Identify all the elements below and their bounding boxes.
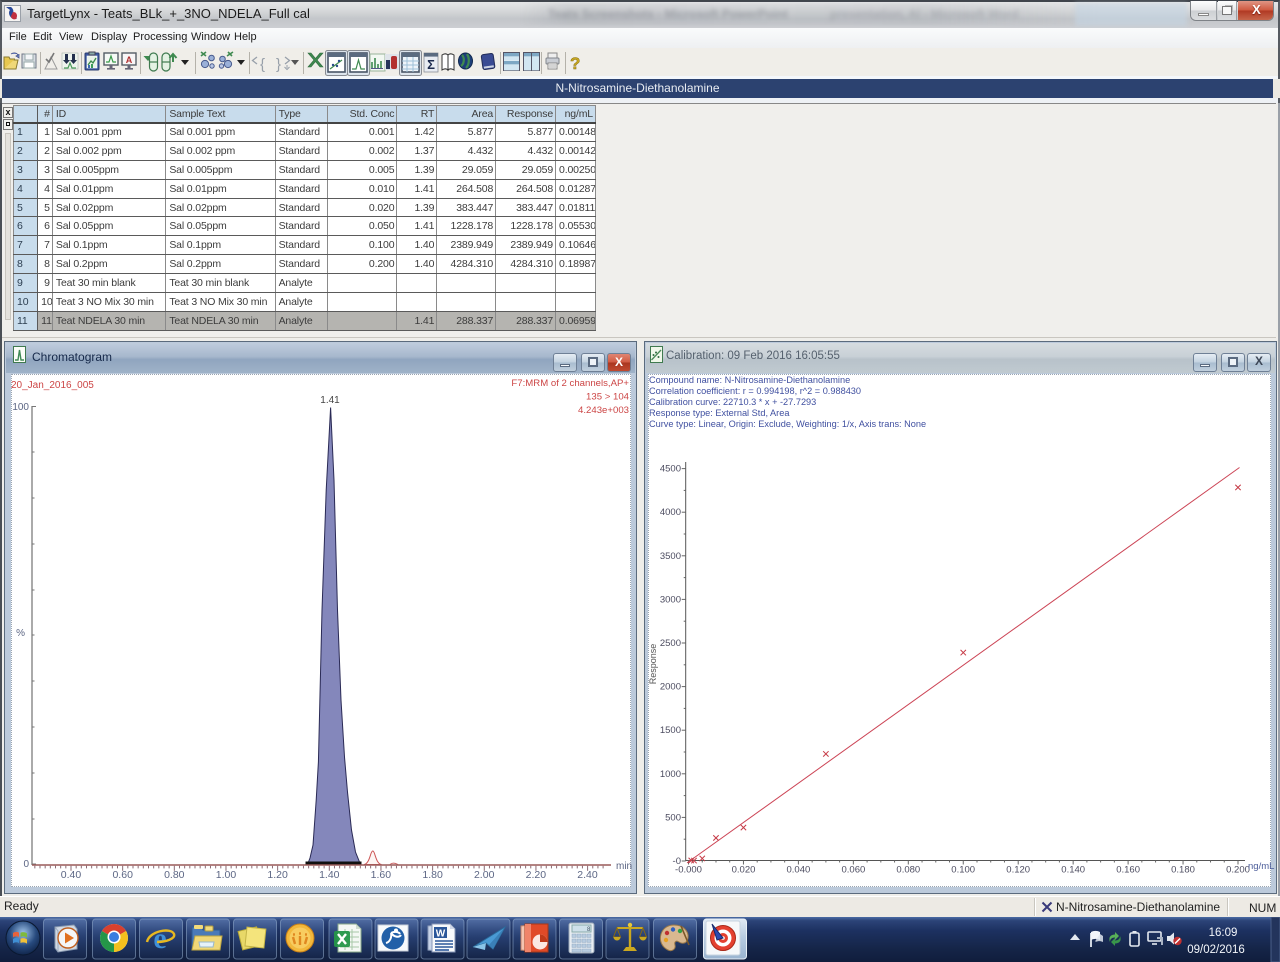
svg-text:2000: 2000 (660, 682, 681, 693)
svg-text:0.80: 0.80 (164, 869, 185, 881)
svg-text:0.080: 0.080 (896, 865, 920, 876)
svg-text:0.120: 0.120 (1006, 865, 1030, 876)
svg-text:}: } (276, 56, 281, 73)
svg-text:Correlation coefficient: r = 0: Correlation coefficient: r = 0.994198, r… (649, 386, 861, 396)
svg-text:1500: 1500 (660, 725, 681, 736)
svg-text:3000: 3000 (660, 594, 681, 605)
svg-text:0.040: 0.040 (787, 865, 811, 876)
svg-text:0: 0 (23, 859, 29, 870)
svg-text:1.20: 1.20 (267, 869, 288, 881)
svg-text:Compound name: N-Nitrosamine-D: Compound name: N-Nitrosamine-Diethanolam… (649, 375, 850, 385)
svg-text:0.180: 0.180 (1171, 865, 1195, 876)
svg-text:e: e (153, 922, 166, 955)
svg-text:500: 500 (665, 812, 681, 823)
svg-text:W: W (436, 929, 446, 940)
svg-text:1.60: 1.60 (371, 869, 392, 881)
svg-text:min: min (616, 861, 632, 872)
svg-text:2.40: 2.40 (577, 869, 598, 881)
svg-text:2.00: 2.00 (474, 869, 495, 881)
svg-text:0.060: 0.060 (842, 865, 866, 876)
svg-text:1.00: 1.00 (216, 869, 237, 881)
svg-text:Response type: External Std, A: Response type: External Std, Area (649, 408, 790, 418)
svg-text:135 > 104: 135 > 104 (586, 392, 630, 403)
svg-text:0.100: 0.100 (951, 865, 975, 876)
svg-text:1.80: 1.80 (422, 869, 443, 881)
svg-text:0.60: 0.60 (112, 869, 133, 881)
svg-text:Calibration curve: 22710.3 * x: Calibration curve: 22710.3 * x + -27.729… (649, 397, 816, 407)
svg-text:0.160: 0.160 (1116, 865, 1140, 876)
svg-text:20_Jan_2016_005: 20_Jan_2016_005 (11, 380, 94, 391)
svg-text:Curve type: Linear, Origin: Ex: Curve type: Linear, Origin: Exclude, Wei… (649, 419, 926, 429)
svg-text:2.20: 2.20 (526, 869, 547, 881)
svg-text:4500: 4500 (660, 464, 681, 475)
svg-text:ng/mL: ng/mL (1248, 861, 1274, 872)
svg-text:0.200: 0.200 (1226, 865, 1250, 876)
svg-text:-0.000: -0.000 (675, 865, 702, 876)
svg-text:0.020: 0.020 (732, 865, 756, 876)
svg-text:3500: 3500 (660, 551, 681, 562)
svg-text:1.40: 1.40 (319, 869, 340, 881)
svg-text:?: ? (570, 54, 580, 73)
svg-text:0.140: 0.140 (1061, 865, 1085, 876)
svg-text:2500: 2500 (660, 638, 681, 649)
svg-text:1000: 1000 (660, 769, 681, 780)
svg-text:16:09: 16:09 (1209, 927, 1238, 939)
svg-text:{: { (260, 56, 265, 73)
svg-text:0.40: 0.40 (61, 869, 82, 881)
svg-text:4.243e+003: 4.243e+003 (578, 405, 629, 416)
svg-text:Σ: Σ (427, 57, 435, 72)
svg-text:A: A (126, 55, 133, 65)
svg-text:100: 100 (12, 402, 29, 413)
svg-text:%: % (16, 628, 25, 639)
svg-text:Response: Response (648, 644, 658, 685)
svg-text:F7:MRM of 2 channels,AP+: F7:MRM of 2 channels,AP+ (511, 378, 629, 389)
svg-text:1.41: 1.41 (320, 395, 340, 406)
svg-text:4000: 4000 (660, 507, 681, 518)
svg-text:09/02/2016: 09/02/2016 (1187, 944, 1245, 956)
